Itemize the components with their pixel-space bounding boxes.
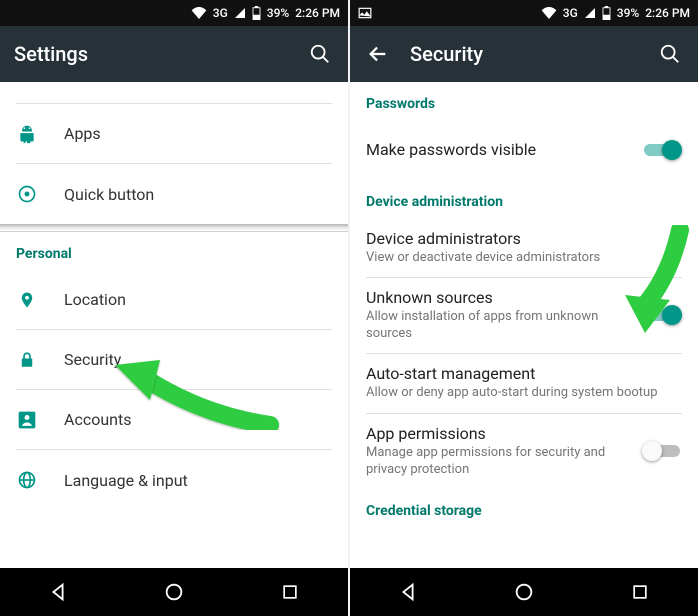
section-header-credential-storage: Credential storage <box>350 489 698 527</box>
item-label: Security <box>64 350 121 369</box>
nav-bar <box>350 568 698 616</box>
app-bar: Security <box>350 26 698 82</box>
section-divider <box>0 224 348 232</box>
android-icon <box>16 124 38 144</box>
app-bar: Settings <box>0 26 348 82</box>
nav-recent-button[interactable] <box>266 568 314 616</box>
battery-percent: 39% <box>617 6 639 20</box>
network-label: 3G <box>213 6 228 20</box>
security-screen: 3G 39% 2:26 PM Security Passwords Make p… <box>350 0 698 616</box>
settings-item-location[interactable]: Location <box>16 270 332 330</box>
clock: 2:26 PM <box>645 6 690 20</box>
section-header-device-admin: Device administration <box>350 180 698 218</box>
status-bar: 3G 39% 2:26 PM <box>0 0 348 26</box>
settings-item-apps[interactable]: Apps <box>16 104 332 164</box>
setting-title: Make passwords visible <box>366 140 616 159</box>
setting-device-administrators[interactable]: Device administrators View or deactivate… <box>366 218 682 278</box>
screenshot-notif-icon <box>358 7 372 19</box>
wifi-icon <box>541 7 557 19</box>
item-label: Quick button <box>64 185 154 204</box>
settings-item-security[interactable]: Security <box>16 330 332 390</box>
section-header-personal: Personal <box>0 232 348 270</box>
nav-bar <box>0 568 348 616</box>
settings-item-accounts[interactable]: Accounts <box>16 390 332 450</box>
nav-home-button[interactable] <box>500 568 548 616</box>
nav-home-button[interactable] <box>150 568 198 616</box>
nav-back-button[interactable] <box>384 568 432 616</box>
account-icon <box>16 410 38 430</box>
settings-item-language[interactable]: Language & input <box>16 450 332 510</box>
search-icon[interactable] <box>306 40 334 68</box>
wifi-icon <box>191 7 207 19</box>
item-label: Location <box>64 290 126 309</box>
setting-title: Unknown sources <box>366 288 616 307</box>
setting-make-passwords-visible[interactable]: Make passwords visible <box>366 120 682 180</box>
signal-icon <box>584 7 596 19</box>
nav-recent-button[interactable] <box>616 568 664 616</box>
setting-subtitle: Allow installation of apps from unknown … <box>366 309 616 343</box>
setting-subtitle: View or deactivate device administrators <box>366 250 682 267</box>
page-title: Security <box>410 42 483 66</box>
item-label: Language & input <box>64 471 188 490</box>
item-label: Apps <box>64 124 101 143</box>
battery-percent: 39% <box>267 6 289 20</box>
setting-title: App permissions <box>366 424 616 443</box>
section-header-passwords: Passwords <box>350 82 698 120</box>
setting-subtitle: Allow or deny app auto-start during syst… <box>366 385 682 402</box>
toggle-unknown-sources[interactable] <box>642 304 682 326</box>
search-icon[interactable] <box>656 40 684 68</box>
settings-screen: 3G 39% 2:26 PM Settings Apps <box>0 0 348 616</box>
globe-icon <box>16 470 38 490</box>
setting-auto-start[interactable]: Auto-start management Allow or deny app … <box>366 354 682 414</box>
network-label: 3G <box>563 6 578 20</box>
dpad-icon <box>16 184 38 204</box>
battery-icon <box>602 6 611 20</box>
setting-subtitle: Manage app permissions for security and … <box>366 445 616 479</box>
settings-body: Apps Quick button Personal Location <box>0 82 348 568</box>
battery-icon <box>252 6 261 20</box>
toggle-passwords-visible[interactable] <box>642 139 682 161</box>
page-title: Settings <box>14 42 88 66</box>
setting-app-permissions[interactable]: App permissions Manage app permissions f… <box>366 414 682 489</box>
lock-icon <box>16 350 38 370</box>
setting-unknown-sources[interactable]: Unknown sources Allow installation of ap… <box>366 278 682 354</box>
back-button[interactable] <box>364 40 392 68</box>
settings-item-quick-button[interactable]: Quick button <box>16 164 332 224</box>
clock: 2:26 PM <box>295 6 340 20</box>
security-body: Passwords Make passwords visible Device … <box>350 82 698 568</box>
signal-icon <box>234 7 246 19</box>
item-label: Accounts <box>64 410 131 429</box>
toggle-app-permissions[interactable] <box>642 440 682 462</box>
setting-title: Device administrators <box>366 229 682 248</box>
nav-back-button[interactable] <box>34 568 82 616</box>
setting-title: Auto-start management <box>366 364 682 383</box>
status-bar: 3G 39% 2:26 PM <box>350 0 698 26</box>
location-icon <box>16 289 38 311</box>
